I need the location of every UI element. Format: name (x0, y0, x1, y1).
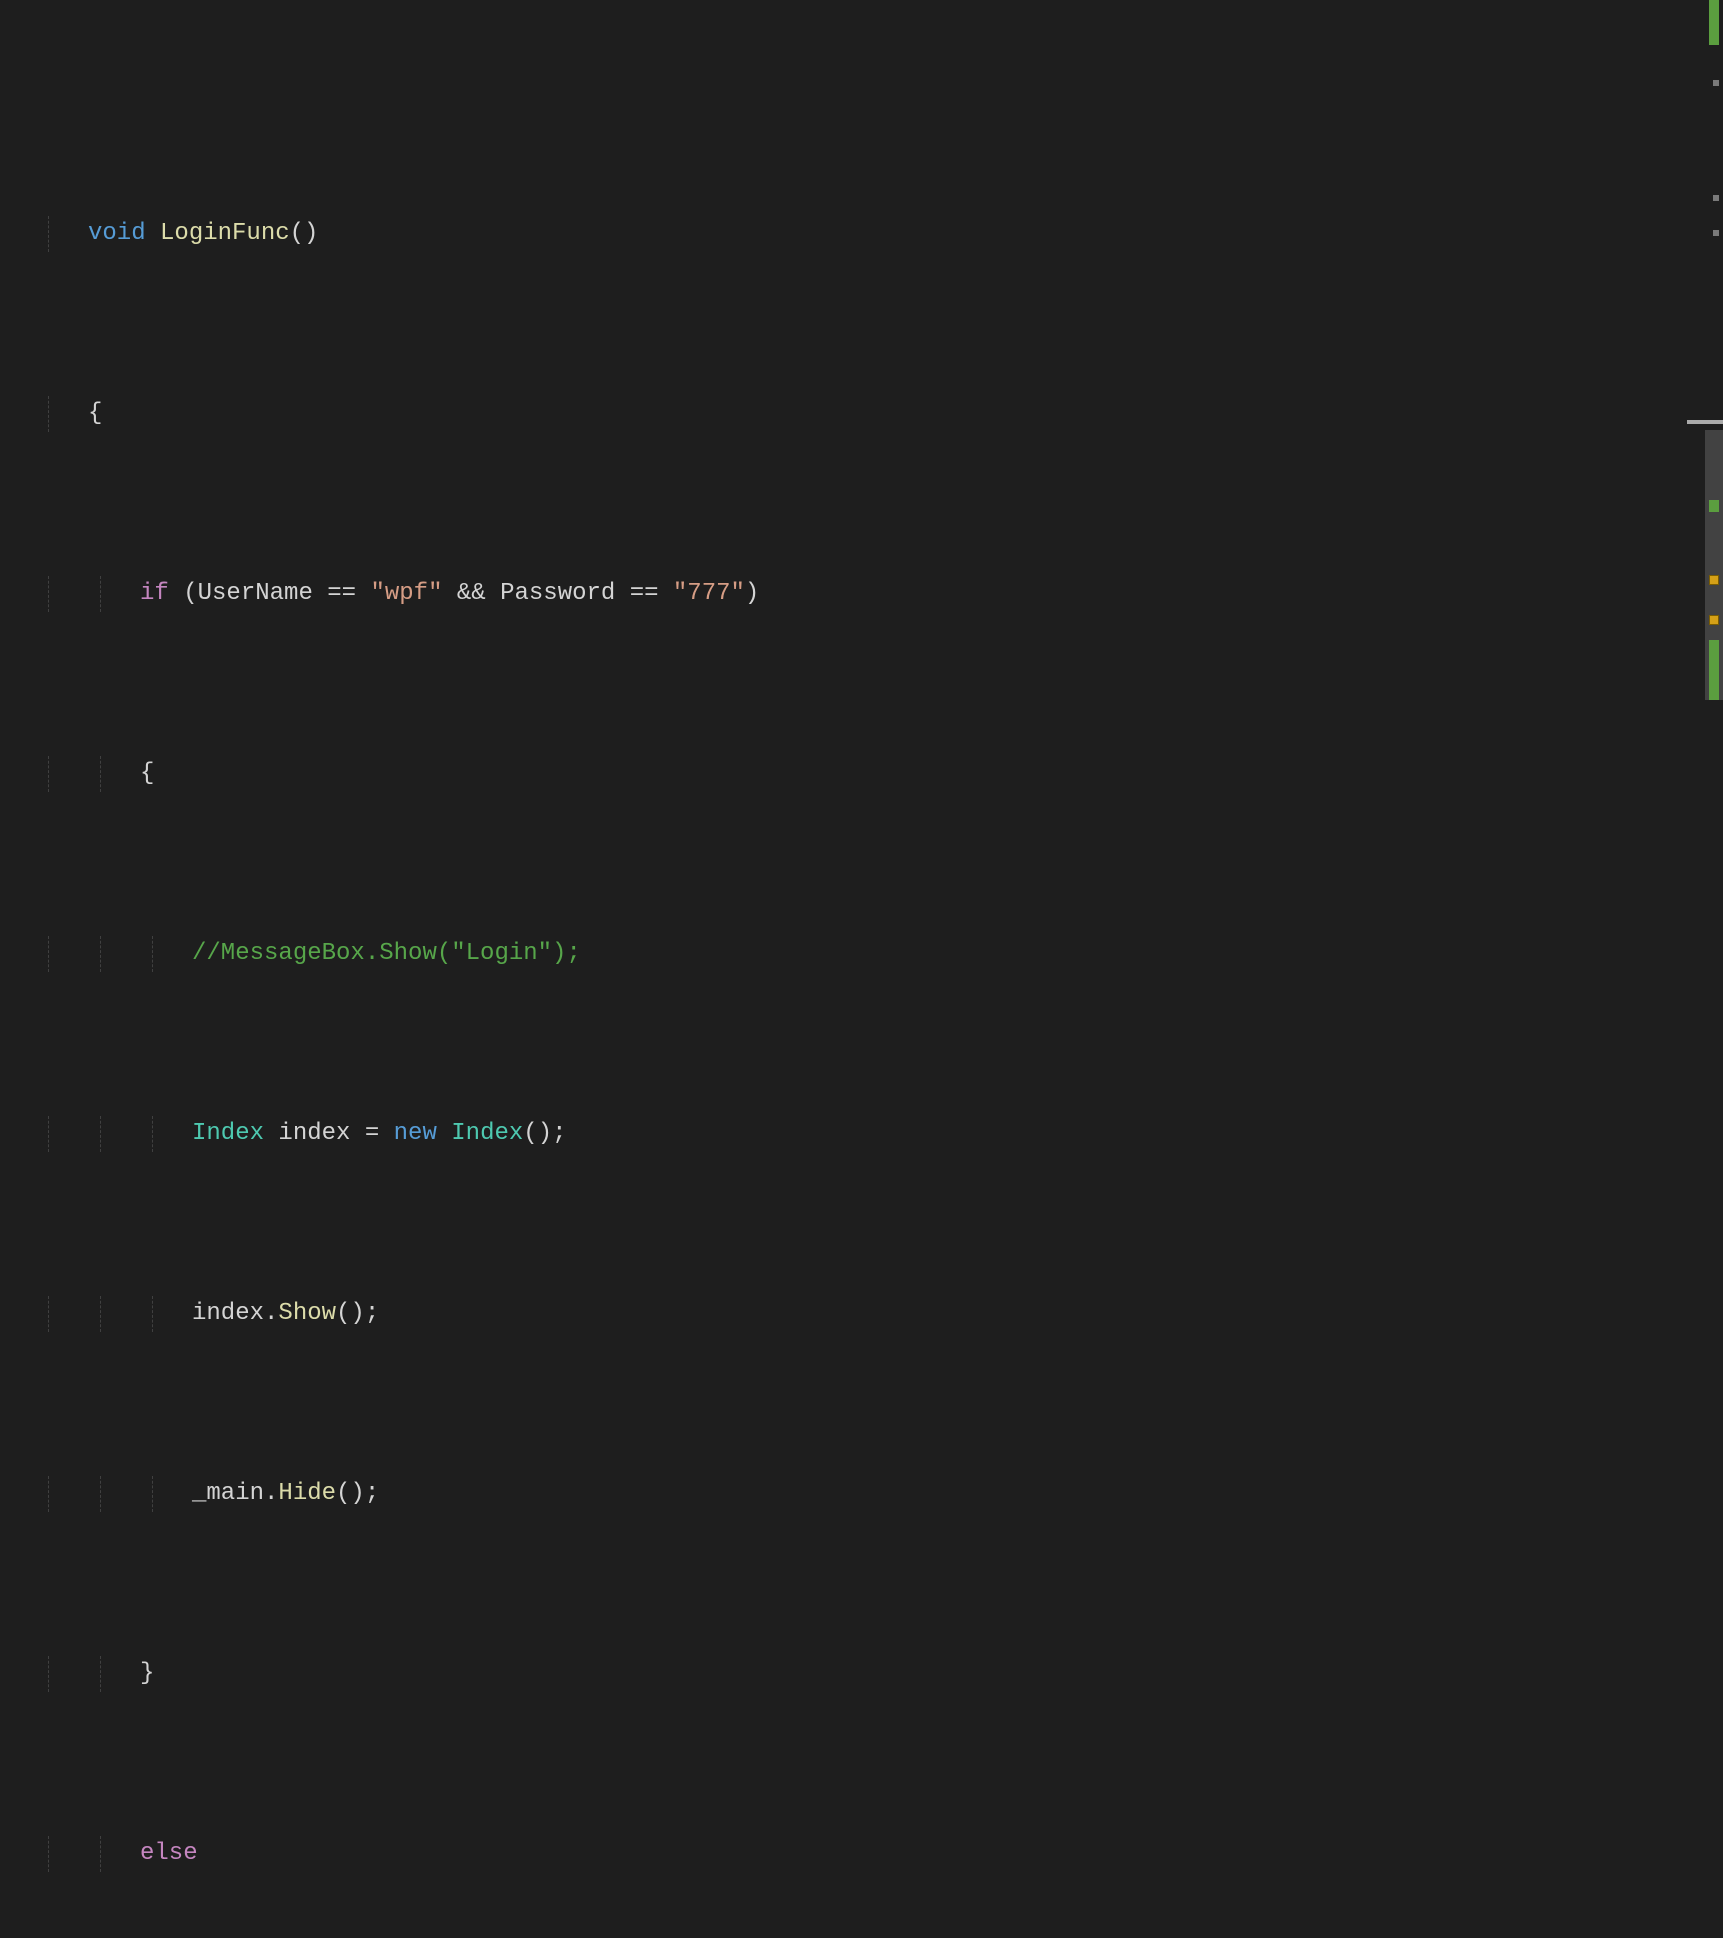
comment: //MessageBox.Show("Login"); (8, 936, 581, 972)
code-line[interactable]: { (8, 396, 1723, 432)
method-name: LoginFunc (160, 220, 290, 247)
code-line[interactable]: else (8, 1836, 1723, 1872)
code-line[interactable]: void LoginFunc() (8, 216, 1723, 252)
method-call: Show (278, 1300, 336, 1327)
overview-marker (1709, 640, 1719, 700)
overview-marker (1713, 80, 1719, 86)
method-call: Hide (278, 1480, 336, 1507)
string-literal: "777" (673, 580, 745, 607)
keyword-if: if (140, 580, 169, 607)
brace-open: { (8, 756, 154, 792)
overview-viewport[interactable] (1687, 420, 1723, 424)
keyword-new: new (394, 1120, 437, 1147)
code-content-area[interactable]: void LoginFunc() { if (UserName == "wpf"… (0, 0, 1723, 969)
keyword-else: else (8, 1836, 198, 1872)
code-line[interactable]: //MessageBox.Show("Login"); (8, 936, 1723, 972)
parentheses: () (290, 220, 319, 247)
overview-marker (1713, 195, 1719, 201)
overview-warning-marker (1709, 615, 1719, 625)
overview-marker (1709, 500, 1719, 512)
overview-warning-marker (1709, 575, 1719, 585)
code-line[interactable]: _main.Hide(); (8, 1476, 1723, 1512)
keyword-void: void (88, 220, 146, 247)
code-line[interactable]: { (8, 756, 1723, 792)
code-line[interactable]: Index index = new Index(); (8, 1116, 1723, 1152)
string-literal: "wpf" (370, 580, 442, 607)
brace-close: } (8, 1656, 154, 1692)
type-name: Index (192, 1120, 264, 1147)
code-line[interactable]: } (8, 1656, 1723, 1692)
brace-open: { (8, 396, 102, 432)
overview-ruler[interactable] (1687, 0, 1723, 969)
overview-marker (1709, 0, 1719, 45)
overview-marker (1713, 230, 1719, 236)
code-line[interactable]: index.Show(); (8, 1296, 1723, 1332)
code-editor[interactable]: void LoginFunc() { if (UserName == "wpf"… (0, 0, 1723, 969)
code-line[interactable]: if (UserName == "wpf" && Password == "77… (8, 576, 1723, 612)
